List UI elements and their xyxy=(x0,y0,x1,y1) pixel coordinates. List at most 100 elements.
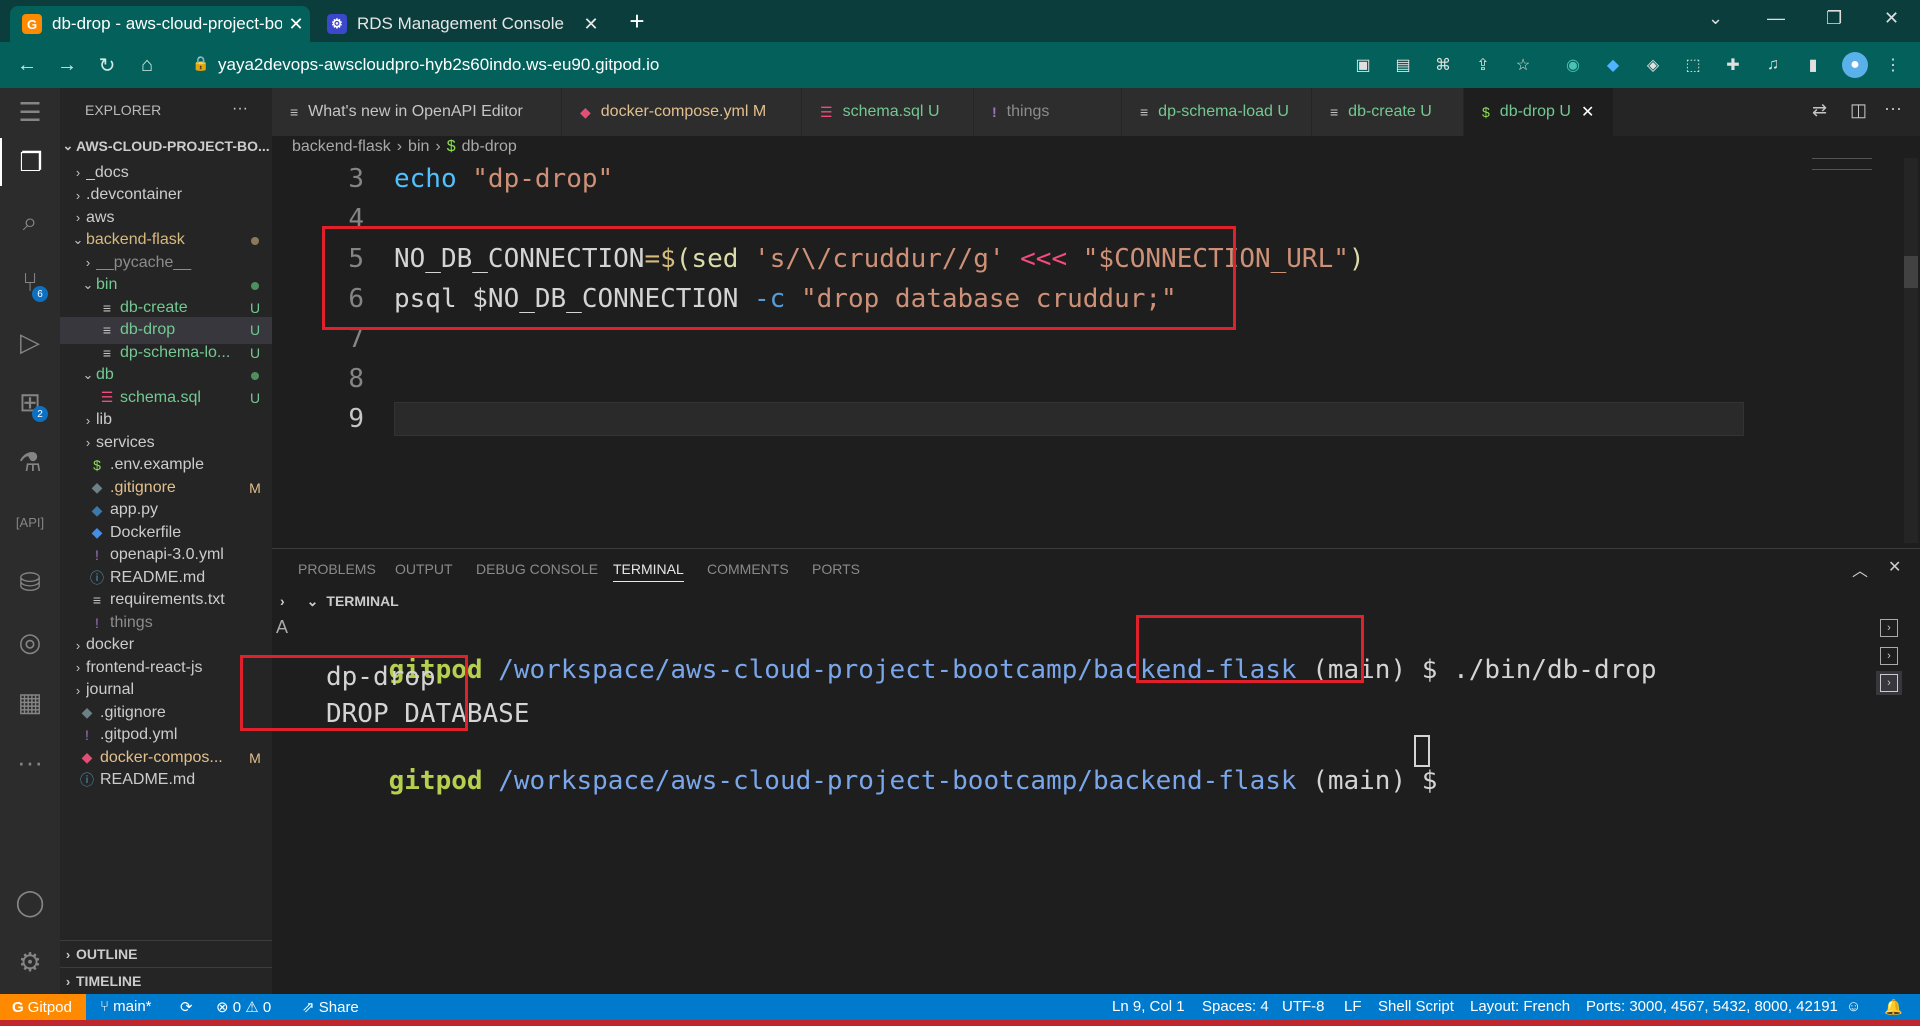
tab-db-drop[interactable]: $ db-drop U ✕ xyxy=(1464,88,1614,136)
git-status xyxy=(244,232,266,248)
tree-item-label: app.py xyxy=(110,501,159,518)
extension-icon[interactable]: ◈ xyxy=(1642,54,1664,76)
address-bar[interactable]: 🔒 yaya2devops-awscloudpro-hyb2s60indo.ws… xyxy=(178,49,1518,81)
scrollbar[interactable] xyxy=(1904,158,1918,543)
tab-docker-compose[interactable]: ◆ docker-compose.yml M xyxy=(562,88,802,136)
home-icon[interactable]: ⌂ xyxy=(132,50,162,80)
activity-bar: ☰ ❐ ⌕ ⑂ 6 ▷ ⊞ 2 ⚗ [API] ⛁ ◎ ▦ ··· ◯ ⚙ xyxy=(0,88,60,994)
extension-icon[interactable]: ◉ xyxy=(1562,54,1584,76)
outline-section[interactable]: › OUTLINE xyxy=(60,940,272,967)
branch-indicator[interactable]: ⑂ main* xyxy=(100,998,152,1015)
extension-icon[interactable]: ◆ xyxy=(1602,54,1624,76)
site-info-icon[interactable]: ▣ xyxy=(1352,54,1374,76)
tab-debug-console[interactable]: DEBUG CONSOLE xyxy=(476,561,598,577)
breadcrumb-item[interactable]: db-drop xyxy=(462,138,517,156)
tab-label: dp-schema-load xyxy=(1158,103,1273,120)
tab-search-icon[interactable]: ⌄ xyxy=(1708,8,1723,29)
tree-item-label: lib xyxy=(96,411,113,428)
back-icon[interactable]: ← xyxy=(12,50,42,80)
ports-indicator[interactable]: Ports: 3000, 4567, 5432, 8000, 42191 xyxy=(1586,998,1838,1015)
clipboard-icon[interactable]: ▤ xyxy=(1392,54,1414,76)
line-endings[interactable]: LF xyxy=(1344,998,1362,1015)
keyboard-layout[interactable]: Layout: French xyxy=(1470,998,1570,1015)
problems-indicator[interactable]: ⊗ 0 ⚠ 0 xyxy=(216,998,271,1016)
profile-avatar[interactable]: ● xyxy=(1842,52,1868,78)
tab-output[interactable]: OUTPUT xyxy=(395,561,453,577)
share-icon[interactable]: ⇪ xyxy=(1472,54,1494,76)
breadcrumb-item[interactable]: backend-flask xyxy=(292,138,391,156)
browser-tab-active[interactable]: G db-drop - aws-cloud-project-boo ✕ xyxy=(10,6,310,42)
search-icon[interactable]: ⌕ xyxy=(0,198,60,246)
more-icon[interactable]: ··· xyxy=(0,738,60,786)
source-control-icon[interactable]: ⑂ 6 xyxy=(0,258,60,306)
docker-icon[interactable]: ▦ xyxy=(0,678,60,726)
openapi-icon[interactable]: [API] xyxy=(0,498,60,546)
menu-icon[interactable]: ☰ xyxy=(0,88,60,136)
editor-more-icon[interactable]: ··· xyxy=(1884,98,1902,119)
terminal-instance-icon-active[interactable]: › xyxy=(1876,671,1902,695)
account-icon[interactable]: ◯ xyxy=(0,878,60,926)
compare-changes-icon[interactable]: ⇄ xyxy=(1812,100,1827,121)
close-tab-icon[interactable]: ✕ xyxy=(1581,102,1594,122)
git-status xyxy=(244,367,266,383)
browser-tab[interactable]: ⚙ RDS Management Console ✕ xyxy=(315,6,605,42)
workspace-root[interactable]: ⌄ AWS-CLOUD-PROJECT-BO... xyxy=(60,132,272,159)
close-tab-icon[interactable]: ✕ xyxy=(282,14,310,35)
new-tab-button[interactable]: + xyxy=(622,6,652,36)
share-button[interactable]: ⇗ Share xyxy=(302,998,359,1016)
media-icon[interactable]: ♫ xyxy=(1762,54,1784,76)
tab-things[interactable]: ! things xyxy=(974,88,1122,136)
terminal-instance-icon[interactable]: › xyxy=(1880,647,1898,665)
close-window-button[interactable]: ✕ xyxy=(1884,8,1899,29)
file-item[interactable]: ⓘ README.md xyxy=(60,767,272,794)
github-icon[interactable]: ◎ xyxy=(0,618,60,666)
cursor-position[interactable]: Ln 9, Col 1 xyxy=(1112,998,1185,1015)
terminal-section-header[interactable]: › ⌄ TERMINAL xyxy=(272,587,1920,615)
indentation[interactable]: Spaces: 4 xyxy=(1202,998,1269,1015)
tab-schema-sql[interactable]: ☰ schema.sql U xyxy=(802,88,974,136)
side-panel-icon[interactable]: ▮ xyxy=(1802,54,1824,76)
run-debug-icon[interactable]: ▷ xyxy=(0,318,60,366)
encoding[interactable]: UTF-8 xyxy=(1282,998,1325,1015)
tab-problems[interactable]: PROBLEMS xyxy=(298,561,376,577)
puzzle-icon[interactable]: ✚ xyxy=(1722,54,1744,76)
chevron-down-icon: ⌄ xyxy=(82,277,94,292)
tab-ports[interactable]: PORTS xyxy=(812,561,860,577)
tab-db-create[interactable]: ≡ db-create U xyxy=(1312,88,1464,136)
sync-icon[interactable]: ⟳ xyxy=(180,998,193,1016)
tab-comments[interactable]: COMMENTS xyxy=(707,561,789,577)
reload-icon[interactable]: ↻ xyxy=(92,50,122,80)
maximize-button[interactable]: ❐ xyxy=(1826,8,1842,29)
bookmark-star-icon[interactable]: ☆ xyxy=(1512,54,1534,76)
terminal-section-label: TERMINAL xyxy=(326,593,399,609)
minimize-button[interactable]: — xyxy=(1767,8,1785,29)
forward-icon[interactable]: → xyxy=(52,50,82,80)
tree-item-label: .gitignore xyxy=(100,703,166,721)
more-actions-icon[interactable]: ··· xyxy=(232,100,248,118)
terminal-instance-icon[interactable]: › xyxy=(1880,619,1898,637)
testing-icon[interactable]: ⚗ xyxy=(0,438,60,486)
breadcrumb-item[interactable]: bin xyxy=(408,138,429,156)
close-tab-icon[interactable]: ✕ xyxy=(577,14,605,35)
screenshot-icon[interactable]: ⬚ xyxy=(1682,54,1704,76)
timeline-section[interactable]: › TIMELINE xyxy=(60,967,272,994)
split-editor-icon[interactable]: ◫ xyxy=(1850,100,1867,121)
translate-icon[interactable]: ⌘ xyxy=(1432,54,1454,76)
feedback-icon[interactable]: ☺ xyxy=(1846,998,1861,1015)
gitpod-icon: G xyxy=(22,14,42,34)
menu-kebab-icon[interactable]: ⋮ xyxy=(1882,54,1904,76)
terminal-cursor[interactable] xyxy=(1414,735,1430,767)
explorer-icon[interactable]: ❐ xyxy=(0,138,60,186)
tab-terminal[interactable]: TERMINAL xyxy=(613,561,684,582)
close-panel-icon[interactable]: ✕ xyxy=(1888,557,1901,577)
maximize-panel-icon[interactable]: ︿ xyxy=(1852,557,1868,581)
settings-gear-icon[interactable]: ⚙ xyxy=(0,938,60,986)
tab-openapi-whats-new[interactable]: ≡ What's new in OpenAPI Editor xyxy=(272,88,562,136)
language-mode[interactable]: Shell Script xyxy=(1378,998,1454,1015)
extensions-icon[interactable]: ⊞ 2 xyxy=(0,378,60,426)
gitpod-remote-indicator[interactable]: G Gitpod xyxy=(0,994,86,1020)
notifications-bell-icon[interactable]: 🔔 xyxy=(1884,998,1903,1016)
database-icon[interactable]: ⛁ xyxy=(0,558,60,606)
code-editor[interactable]: 3 4 5 6 7 8 9 echo "dp-drop" NO_DB_CONNE… xyxy=(272,158,1920,543)
tab-dp-schema-load[interactable]: ≡ dp-schema-load U xyxy=(1122,88,1312,136)
